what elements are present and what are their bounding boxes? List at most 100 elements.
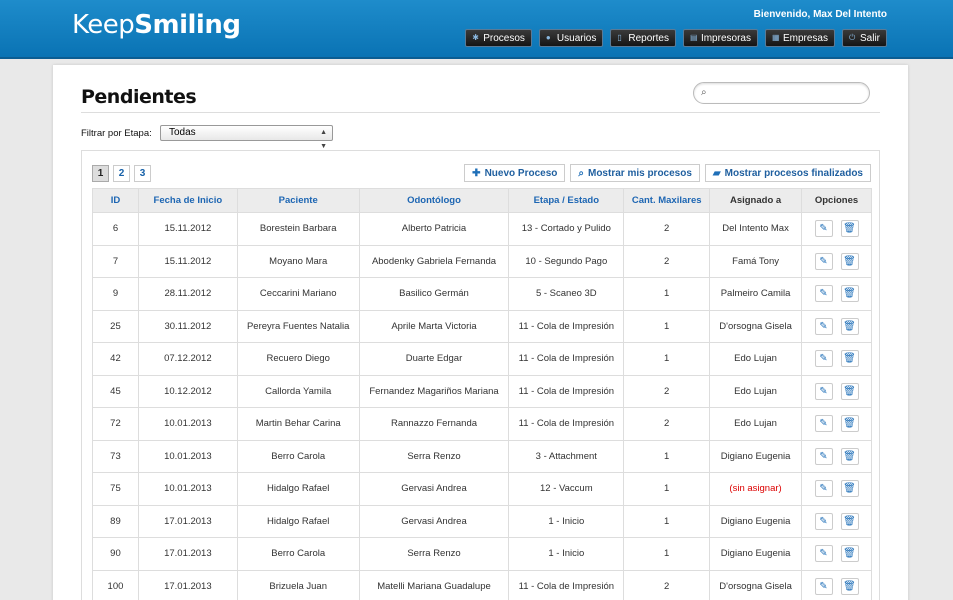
cell-options: ✎ 🗑 (801, 407, 872, 441)
edit-icon[interactable]: ✎ (814, 317, 833, 335)
cell-id: 25 (92, 309, 139, 343)
cell-patient: Hidalgo Rafael (236, 472, 360, 506)
col-dentist[interactable]: Odontólogo (358, 188, 510, 213)
table-row[interactable]: 6 15.11.2012 Borestein Barbara Alberto Patr… (92, 212, 872, 246)
cell-id: 89 (92, 504, 139, 538)
cell-stage: 11 - Cola de Impresión (508, 342, 625, 376)
edit-icon[interactable]: ✎ (814, 545, 833, 563)
main-nav: ✱ Procesos ● Usuarios ▯ Reportes ▤ Impresora… (465, 29, 887, 47)
page-3-button[interactable]: 3 (134, 165, 151, 182)
nav-salir-button[interactable]: ⏻ Salir (841, 29, 887, 47)
trash-icon[interactable]: 🗑 (840, 220, 859, 238)
logo[interactable]: KeepSmiling (72, 10, 241, 40)
nav-empresas-button[interactable]: ▦ Empresas (764, 29, 835, 47)
nav-impresoras-button[interactable]: ▤ Impresoras (682, 29, 758, 47)
nav-reportes-button[interactable]: ▯ Reportes (610, 29, 676, 47)
nav-label: Procesos (483, 32, 525, 44)
cell-start-date: 17.01.2013 (137, 537, 238, 571)
col-stage[interactable]: Etapa / Estado (508, 188, 625, 213)
new-process-button[interactable]: ✚ Nuevo Proceso (464, 164, 566, 182)
edit-icon[interactable]: ✎ (814, 350, 833, 368)
cell-options: ✎ 🗑 (801, 537, 872, 571)
cell-dentist: Matelli Mariana Guadalupe (358, 569, 510, 600)
edit-icon[interactable]: ✎ (814, 285, 833, 303)
building-icon: ▦ (771, 33, 780, 42)
cell-jaws: 1 (623, 277, 711, 311)
trash-icon[interactable]: 🗑 (840, 317, 859, 335)
edit-icon[interactable]: ✎ (814, 252, 833, 270)
trash-icon[interactable]: 🗑 (840, 415, 859, 433)
table-row[interactable]: 42 07.12.2012 Recuero Diego Duarte Edgar 11 … (92, 342, 872, 376)
nav-usuarios-button[interactable]: ● Usuarios (538, 29, 604, 47)
col-patient[interactable]: Paciente (236, 188, 360, 213)
trash-icon[interactable]: 🗑 (840, 447, 859, 465)
page-1-button[interactable]: 1 (92, 165, 109, 182)
cell-options: ✎ 🗑 (801, 569, 872, 600)
cell-options: ✎ 🗑 (801, 244, 872, 278)
cell-options: ✎ 🗑 (801, 504, 872, 538)
trash-icon[interactable]: 🗑 (840, 577, 859, 595)
stage-filter-select[interactable]: Todas ▲ ▼ (160, 125, 333, 150)
cell-patient: Berro Carola (236, 439, 360, 473)
trash-icon[interactable]: 🗑 (840, 252, 859, 270)
cell-start-date: 30.11.2012 (137, 309, 238, 343)
nav-procesos-button[interactable]: ✱ Procesos (465, 29, 532, 47)
edit-icon[interactable]: ✎ (814, 512, 833, 530)
cell-id: 9 (92, 277, 139, 311)
printer-icon: ▤ (689, 33, 698, 42)
edit-icon[interactable]: ✎ (814, 382, 833, 400)
trash-icon[interactable]: 🗑 (840, 545, 859, 563)
cell-dentist: Serra Renzo (358, 537, 510, 571)
edit-icon[interactable]: ✎ (814, 220, 833, 238)
nav-label: Usuarios (556, 32, 597, 44)
cell-options: ✎ 🗑 (801, 374, 872, 408)
edit-icon[interactable]: ✎ (814, 577, 833, 595)
cell-id: 73 (92, 439, 139, 473)
cell-stage: 13 - Cortado y Pulido (508, 212, 625, 246)
table-row[interactable]: 89 17.01.2013 Hidalgo Rafael Gervasi Andrea… (92, 504, 872, 538)
edit-icon[interactable]: ✎ (814, 415, 833, 433)
table-row[interactable]: 9 28.11.2012 Ceccarini Mariano Basilico Ger… (92, 277, 872, 311)
table-row[interactable]: 73 10.01.2013 Berro Carola Serra Renzo 3 - A… (92, 439, 872, 473)
document-icon: ▯ (617, 33, 622, 42)
cell-options: ✎ 🗑 (801, 472, 872, 506)
cell-assigned: Palmeiro Camila (709, 277, 803, 311)
edit-icon[interactable]: ✎ (814, 447, 833, 465)
search-input[interactable]: ⌕ (693, 82, 870, 104)
table-row[interactable]: 100 17.01.2013 Brizuela Juan Matelli Marian… (92, 569, 872, 600)
trash-icon[interactable]: 🗑 (840, 285, 859, 303)
cell-patient: Recuero Diego (236, 342, 360, 376)
trash-icon[interactable]: 🗑 (840, 350, 859, 368)
cell-assigned: Digiano Eugenia (709, 439, 803, 473)
table-row[interactable]: 90 17.01.2013 Berro Carola Serra Renzo 1 - I… (92, 537, 872, 571)
table-row[interactable]: 45 10.12.2012 Callorda Yamila Fernandez Mag… (92, 374, 872, 408)
show-finished-button[interactable]: ▰ Mostrar procesos finalizados (704, 164, 871, 182)
logo-text-keep: Keep (72, 10, 135, 40)
cell-start-date: 10.12.2012 (137, 374, 238, 408)
cell-patient: Callorda Yamila (236, 374, 360, 408)
cell-dentist: Rannazzo Fernanda (358, 407, 510, 441)
page-2-button[interactable]: 2 (113, 165, 130, 182)
cell-id: 75 (92, 472, 139, 506)
col-id[interactable]: ID (92, 188, 139, 213)
show-my-processes-button[interactable]: ⌕ Mostrar mis procesos (570, 164, 700, 182)
cell-jaws: 2 (623, 212, 711, 246)
table-row[interactable]: 7 15.11.2012 Moyano Mara Abodenky Gabriela … (92, 244, 872, 278)
col-jaws[interactable]: Cant. Maxilares (623, 188, 711, 213)
logo-text-smiling: Smiling (134, 10, 241, 40)
cell-id: 6 (92, 212, 139, 246)
cell-assigned: (sin asignar) (709, 472, 803, 506)
cell-options: ✎ 🗑 (801, 309, 872, 343)
trash-icon[interactable]: 🗑 (840, 382, 859, 400)
table-row[interactable]: 72 10.01.2013 Martin Behar Carina Rannazzo … (92, 407, 872, 441)
edit-icon[interactable]: ✎ (814, 480, 833, 498)
cell-assigned: Edo Lujan (709, 374, 803, 408)
cell-options: ✎ 🗑 (801, 212, 872, 246)
col-start-date[interactable]: Fecha de Inicio (137, 188, 238, 213)
trash-icon[interactable]: 🗑 (840, 512, 859, 530)
cell-dentist: Basilico Germán (358, 277, 510, 311)
table-row[interactable]: 25 30.11.2012 Pereyra Fuentes Natalia April… (92, 309, 872, 343)
trash-icon[interactable]: 🗑 (840, 480, 859, 498)
cell-jaws: 2 (623, 244, 711, 278)
table-row[interactable]: 75 10.01.2013 Hidalgo Rafael Gervasi Andrea… (92, 472, 872, 506)
